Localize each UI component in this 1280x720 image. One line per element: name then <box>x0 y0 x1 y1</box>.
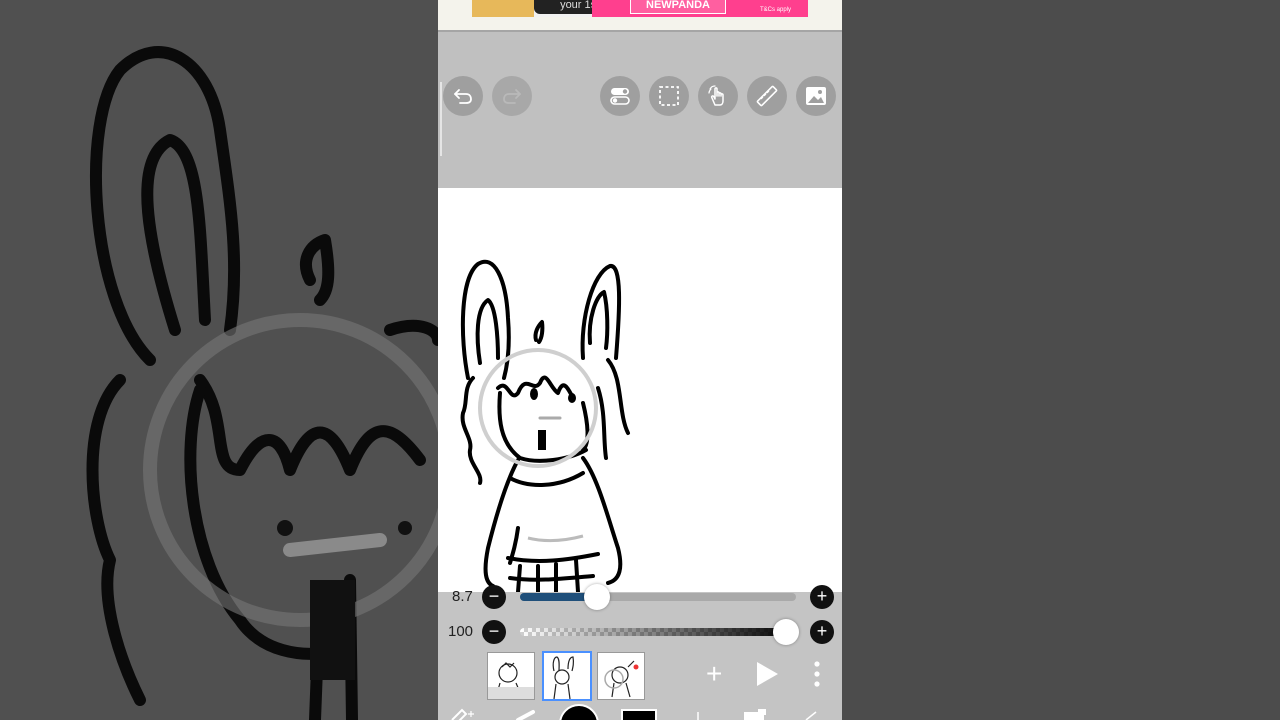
opacity-track[interactable] <box>520 628 796 636</box>
blurred-background-right <box>842 0 1280 720</box>
brush-size-track[interactable] <box>520 593 796 601</box>
frame-thumbnail[interactable] <box>597 652 645 700</box>
frame-1-preview <box>488 662 534 699</box>
opacity-decrease-button[interactable]: − <box>482 620 506 644</box>
bottom-tool-bar <box>438 702 842 720</box>
ad-food-image <box>472 0 534 17</box>
gesture-icon <box>708 85 724 106</box>
layer-toggle-icon <box>610 88 630 105</box>
undo-icon <box>454 89 472 104</box>
selection-button[interactable] <box>649 76 689 116</box>
drawing-canvas[interactable] <box>438 188 842 592</box>
ruler-icon <box>756 85 778 107</box>
more-vertical-icon <box>814 661 820 687</box>
ruler-button[interactable] <box>747 76 787 116</box>
gesture-button[interactable] <box>698 76 738 116</box>
frames-menu-button[interactable] <box>813 660 821 693</box>
layer-count-icon[interactable] <box>744 709 766 720</box>
tool-switch-icon[interactable] <box>451 708 474 720</box>
back-icon[interactable] <box>805 711 817 720</box>
blurred-background-left <box>0 0 438 720</box>
background-drawing-zoom <box>86 46 438 720</box>
color-swatch[interactable] <box>621 709 657 720</box>
ad-promo-code: NEWPANDA <box>630 0 726 14</box>
play-button[interactable] <box>754 660 780 693</box>
selection-icon <box>659 86 679 106</box>
redo-button[interactable] <box>492 76 532 116</box>
drawing-app-screen: your 1st order NEWPANDA T&Cs apply <box>438 0 842 720</box>
frame-3-preview <box>604 660 639 698</box>
opacity-increase-button[interactable]: + <box>810 620 834 644</box>
frame-thumbnail[interactable] <box>487 652 535 700</box>
ad-banner[interactable]: your 1st order NEWPANDA T&Cs apply <box>438 0 842 32</box>
material-button[interactable] <box>796 76 836 116</box>
top-toolbar <box>438 32 842 188</box>
animation-frames-strip: + <box>438 650 842 702</box>
material-icon <box>806 87 826 105</box>
redo-icon <box>503 89 521 104</box>
opacity-thumb[interactable] <box>773 619 799 645</box>
bottom-tools <box>451 704 817 720</box>
ad-terms: T&Cs apply <box>760 7 792 13</box>
undo-button[interactable] <box>443 76 483 116</box>
brush-size-thumb[interactable] <box>584 584 611 610</box>
toolbar-edge-handle[interactable] <box>440 82 442 156</box>
frame-thumbnail-active[interactable] <box>542 651 592 701</box>
brush-icon[interactable] <box>516 710 535 720</box>
add-frame-button[interactable]: + <box>706 660 722 688</box>
opacity-value: 100 <box>448 623 474 640</box>
brush-size-increase-button[interactable]: + <box>810 585 834 609</box>
frame-2-preview <box>552 656 575 699</box>
brush-size-slider-row: 8.7 − + <box>438 580 842 614</box>
brush-size-value: 8.7 <box>452 588 473 605</box>
bunny-character-drawing <box>460 259 630 592</box>
play-icon <box>757 662 778 686</box>
ad-content[interactable]: your 1st order NEWPANDA T&Cs apply <box>472 0 808 17</box>
color-circle[interactable] <box>559 704 599 720</box>
layer-toggle-button[interactable] <box>600 76 640 116</box>
opacity-slider-row: 100 − + <box>438 615 842 649</box>
brush-size-decrease-button[interactable]: − <box>482 585 506 609</box>
